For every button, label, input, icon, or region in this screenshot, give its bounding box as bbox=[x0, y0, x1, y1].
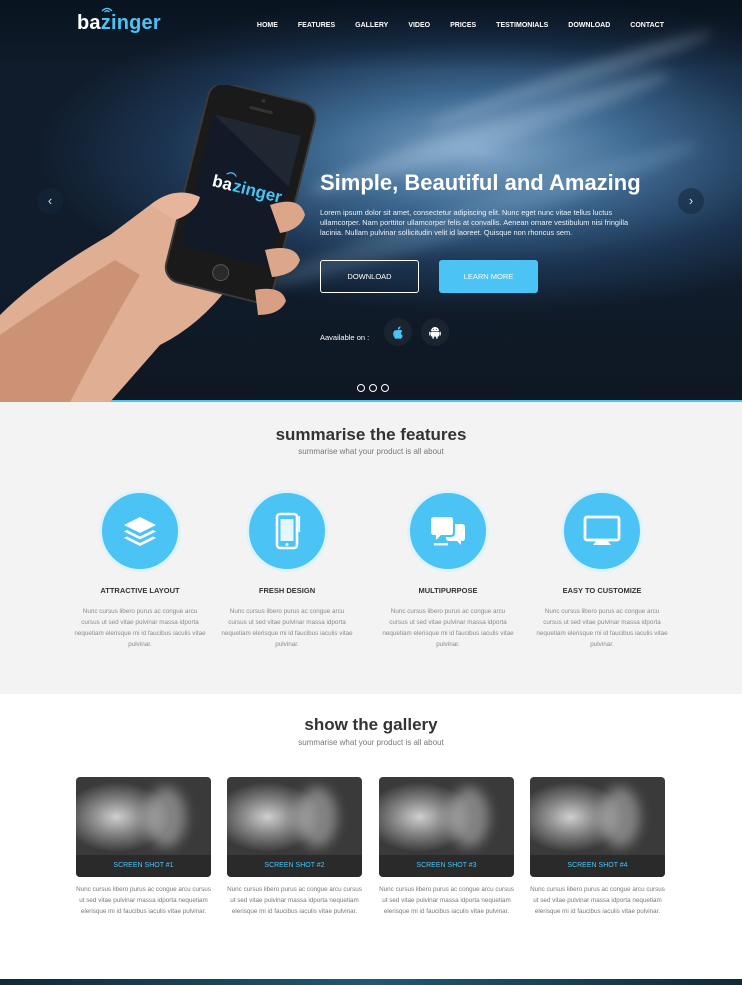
nav-features[interactable]: FEATURES bbox=[298, 22, 335, 29]
chat-icon bbox=[431, 517, 465, 546]
feature-easy-to-customize: EASY TO CUSTOMIZE Nunc cursus libero pur… bbox=[532, 490, 672, 650]
hero-title: Simple, Beautiful and Amazing bbox=[320, 170, 650, 196]
features-section: summarise the features summarise what yo… bbox=[0, 402, 742, 694]
hero-description: Lorem ipsum dolor sit amet, consectetur … bbox=[320, 208, 629, 237]
hero-title-bold: and Amazing bbox=[504, 170, 641, 195]
gallery-description: Nunc cursus libero purus ac congue arcu … bbox=[530, 886, 665, 915]
monitor-icon bbox=[583, 515, 621, 545]
features-title: summarise the features bbox=[275, 425, 467, 444]
gallery-description: Nunc cursus libero purus ac congue arcu … bbox=[379, 886, 514, 915]
hero-phone-image: ba zinger bbox=[0, 82, 330, 402]
hero-title-light: Simple, Beautiful bbox=[320, 170, 505, 195]
nav-prices[interactable]: PRICES bbox=[450, 22, 476, 29]
gallery-thumbnail[interactable]: SCREEN SHOT #1 bbox=[76, 777, 211, 877]
page: bazinger HOME FEATURES GALLERY VIDEO PRI… bbox=[0, 0, 742, 985]
gallery-caption: SCREEN SHOT #3 bbox=[379, 855, 514, 877]
layers-icon bbox=[124, 517, 156, 546]
nav-contact[interactable]: CONTACT bbox=[630, 22, 664, 29]
nav-testimonials[interactable]: TESTIMONIALS bbox=[496, 22, 548, 29]
feature-title: ATTRACTIVE LAYOUT bbox=[100, 586, 180, 595]
slider-dot-1[interactable] bbox=[357, 384, 365, 392]
mobile-icon bbox=[275, 512, 301, 550]
nav-gallery[interactable]: GALLERY bbox=[355, 22, 388, 29]
feature-description: Nunc cursus libero purus ac congue arcu … bbox=[221, 608, 353, 648]
gallery-title: show the gallery bbox=[304, 715, 438, 734]
chevron-right-icon[interactable]: › bbox=[678, 188, 704, 214]
gallery-caption: SCREEN SHOT #1 bbox=[76, 855, 211, 877]
gallery-section: show the gallery summarise what your pro… bbox=[0, 694, 742, 985]
site-logo[interactable]: bazinger bbox=[77, 12, 161, 35]
gallery-description: Nunc cursus libero purus ac congue arcu … bbox=[227, 886, 362, 915]
feature-icon-circle bbox=[561, 490, 643, 572]
apple-glyph bbox=[393, 326, 403, 339]
android-icon[interactable] bbox=[421, 318, 449, 346]
nav-download[interactable]: DOWNLOAD bbox=[568, 22, 610, 29]
hero-slider: bazinger HOME FEATURES GALLERY VIDEO PRI… bbox=[0, 0, 742, 402]
feature-icon-circle bbox=[407, 490, 489, 572]
feature-title: FRESH DESIGN bbox=[258, 586, 316, 595]
feature-title: EASY TO CUSTOMIZE bbox=[562, 586, 642, 595]
features-subtitle: summarise what your product is all about bbox=[298, 447, 444, 456]
slider-dot-2[interactable] bbox=[369, 384, 377, 392]
feature-description: Nunc cursus libero purus ac congue arcu … bbox=[536, 608, 668, 648]
hand-holding-phone-illustration: ba zinger bbox=[0, 82, 317, 402]
apple-icon[interactable] bbox=[384, 318, 412, 346]
feature-icon-circle bbox=[246, 490, 328, 572]
download-button[interactable]: DOWNLOAD bbox=[320, 260, 419, 293]
gallery-item: SCREEN SHOT #1 Nunc cursus libero purus … bbox=[76, 777, 211, 917]
logo-prefix: ba bbox=[77, 12, 101, 34]
slider-pagination bbox=[357, 384, 389, 392]
feature-description: Nunc cursus libero purus ac congue arcu … bbox=[74, 608, 206, 648]
chevron-left-icon[interactable]: ‹ bbox=[37, 188, 63, 214]
feature-attractive-layout: ATTRACTIVE LAYOUT Nunc cursus libero pur… bbox=[70, 490, 210, 650]
gallery-description: Nunc cursus libero purus ac congue arcu … bbox=[76, 886, 211, 915]
main-nav: HOME FEATURES GALLERY VIDEO PRICES TESTI… bbox=[257, 22, 664, 29]
learn-more-button[interactable]: LEARN MORE bbox=[439, 260, 538, 293]
gallery-caption: SCREEN SHOT #2 bbox=[227, 855, 362, 877]
slider-dot-3[interactable] bbox=[381, 384, 389, 392]
gallery-item: SCREEN SHOT #2 Nunc cursus libero purus … bbox=[227, 777, 362, 917]
feature-fresh-design: FRESH DESIGN Nunc cursus libero purus ac… bbox=[217, 490, 357, 650]
available-on-label: Aavailable on : bbox=[320, 333, 370, 342]
gallery-item: SCREEN SHOT #3 Nunc cursus libero purus … bbox=[379, 777, 514, 917]
nav-video[interactable]: VIDEO bbox=[408, 22, 430, 29]
nav-home[interactable]: HOME bbox=[257, 22, 278, 29]
logo-suffix: zinger bbox=[100, 12, 161, 34]
gallery-thumbnail[interactable]: SCREEN SHOT #4 bbox=[530, 777, 665, 877]
feature-multipurpose: MULTIPURPOSE Nunc cursus libero purus ac… bbox=[378, 490, 518, 650]
gallery-item: SCREEN SHOT #4 Nunc cursus libero purus … bbox=[530, 777, 665, 917]
feature-icon-circle bbox=[99, 490, 181, 572]
footer-strip bbox=[0, 979, 742, 985]
android-glyph bbox=[429, 326, 441, 339]
gallery-caption: SCREEN SHOT #4 bbox=[530, 855, 665, 877]
feature-title: MULTIPURPOSE bbox=[418, 586, 478, 595]
hero-text-block: Simple, Beautiful and Amazing Lorem ipsu… bbox=[320, 170, 650, 238]
gallery-thumbnail[interactable]: SCREEN SHOT #2 bbox=[227, 777, 362, 877]
gallery-thumbnail[interactable]: SCREEN SHOT #3 bbox=[379, 777, 514, 877]
gallery-subtitle: summarise what your product is all about bbox=[298, 738, 444, 747]
feature-description: Nunc cursus libero purus ac congue arcu … bbox=[382, 608, 514, 648]
